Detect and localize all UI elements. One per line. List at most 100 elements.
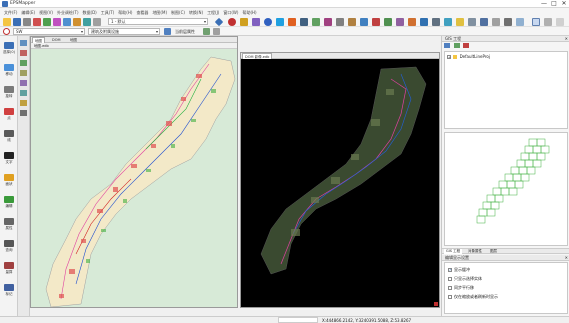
trim-icon[interactable] [20,100,27,106]
menu-item[interactable]: 帮助(H) [242,8,256,17]
measure-icon[interactable] [288,18,296,26]
menu-item[interactable]: 外业调绘(T) [57,8,79,17]
menu-item[interactable]: 数据(D) [83,8,97,17]
select-icon[interactable] [276,18,284,26]
tool-icon[interactable] [4,108,14,115]
menu-item[interactable]: 窗口(W) [223,8,238,17]
menu-item[interactable]: 地图(M) [152,8,167,17]
tool-icon[interactable] [4,196,14,203]
menu-item[interactable]: 文件(F) [4,8,17,17]
menu-item[interactable]: 工程(J) [207,8,219,17]
tool-icon[interactable] [4,86,14,93]
vector-map-canvas[interactable] [31,49,237,307]
close-icon[interactable]: ✕ [565,255,568,261]
pointer-icon[interactable] [20,50,27,56]
attribute-icon[interactable] [300,18,308,26]
tool-icon[interactable] [4,64,14,71]
setting-row[interactable]: 显示缓冲 [448,265,564,274]
panel-tab[interactable]: 图层 [488,249,499,254]
target-icon[interactable] [3,28,10,35]
move-icon[interactable] [336,18,344,26]
close-button[interactable]: ✕ [559,0,569,8]
edit-icon[interactable] [324,18,332,26]
snap-icon[interactable] [312,18,320,26]
open-folder-icon[interactable] [3,18,11,26]
home-icon[interactable] [468,18,476,26]
setting-row[interactable]: 只显示选择实体 [448,274,564,283]
rotate-icon[interactable] [384,18,392,26]
fullscreen-icon[interactable] [532,18,540,26]
maximize-button[interactable]: □ [549,0,559,8]
menu-item[interactable]: 帮助(H) [118,8,132,17]
menu-item[interactable]: 转换(N) [189,8,203,17]
current-layer-attr-label[interactable]: 当前层属性 [175,29,195,35]
tool-icon[interactable] [4,152,14,159]
break-icon[interactable] [20,80,27,86]
tool-icon[interactable] [4,262,14,269]
help-icon[interactable] [544,18,552,26]
add-layer-icon[interactable] [453,43,460,48]
query-icon[interactable] [420,18,428,26]
extend-icon[interactable] [20,110,27,116]
save-icon[interactable] [13,18,21,26]
tool-icon[interactable] [4,240,14,247]
overview-map[interactable] [444,132,568,246]
pan-icon[interactable] [73,18,81,26]
mirror-icon[interactable] [396,18,404,26]
close-icon[interactable]: ✕ [565,36,568,42]
tool-icon[interactable] [4,130,14,137]
window-icon[interactable] [480,18,488,26]
redo-icon[interactable] [43,18,51,26]
setting-row[interactable]: 仅在缩放或者刷新时显示 [448,292,564,301]
zoom-in-icon[interactable] [53,18,61,26]
dom-image-canvas[interactable] [241,59,439,307]
settings-icon[interactable] [444,18,452,26]
polygon-icon[interactable] [252,18,260,26]
star-icon[interactable] [456,18,464,26]
zoom-out-icon[interactable] [63,18,71,26]
pin-icon[interactable] [20,40,27,46]
grid-icon[interactable] [432,18,440,26]
cascade-icon[interactable] [504,18,512,26]
menu-item[interactable]: 工具(T) [101,8,115,17]
new-project-icon[interactable] [444,43,450,48]
paste-icon[interactable] [360,18,368,26]
coord-system-select[interactable]: SW ▾ [13,28,85,35]
overview-icon[interactable] [516,18,524,26]
add-icon[interactable] [20,60,27,66]
setting-checkbox[interactable] [448,295,452,299]
scale-icon[interactable] [408,18,416,26]
undo-icon[interactable] [33,18,41,26]
minimize-button[interactable]: — [539,0,549,8]
line-icon[interactable] [240,18,248,26]
join-icon[interactable] [20,90,27,96]
panel-tab[interactable]: 对象属性 [466,249,484,254]
circle-icon[interactable] [264,18,272,26]
tool-icon[interactable] [4,218,14,225]
point-icon[interactable] [228,18,236,26]
menu-item[interactable]: 查看器 [136,8,148,17]
tile-icon[interactable] [492,18,500,26]
expand-icon[interactable]: + [447,55,451,59]
copy-icon[interactable] [348,18,356,26]
menu-item[interactable]: 编辑(E) [21,8,35,17]
diamond-icon[interactable] [214,17,224,27]
check-icon[interactable] [203,28,210,35]
panel-tab[interactable]: GIS 工程 [444,249,463,254]
tree-item-default-project[interactable]: + DefaultLineProj [447,54,565,59]
setting-checkbox[interactable] [448,268,452,272]
layer-manager-icon[interactable] [164,28,171,35]
delete-icon[interactable] [372,18,380,26]
more-icon[interactable] [556,18,564,26]
print-icon[interactable] [23,18,31,26]
tool-icon[interactable] [4,284,14,291]
setting-row[interactable]: 同步平行移 [448,283,564,292]
node-icon[interactable] [20,70,27,76]
style-select[interactable]: 建筑及附属设施 ▾ [88,28,160,35]
refresh-icon[interactable] [83,18,91,26]
menu-item[interactable]: 视图(V) [39,8,53,17]
remove-layer-icon[interactable] [463,43,470,48]
layer-select[interactable]: 1 - 默认 ▾ [108,18,208,25]
menu-item[interactable]: 制图(C) [171,8,185,17]
tool-icon[interactable] [4,42,14,49]
